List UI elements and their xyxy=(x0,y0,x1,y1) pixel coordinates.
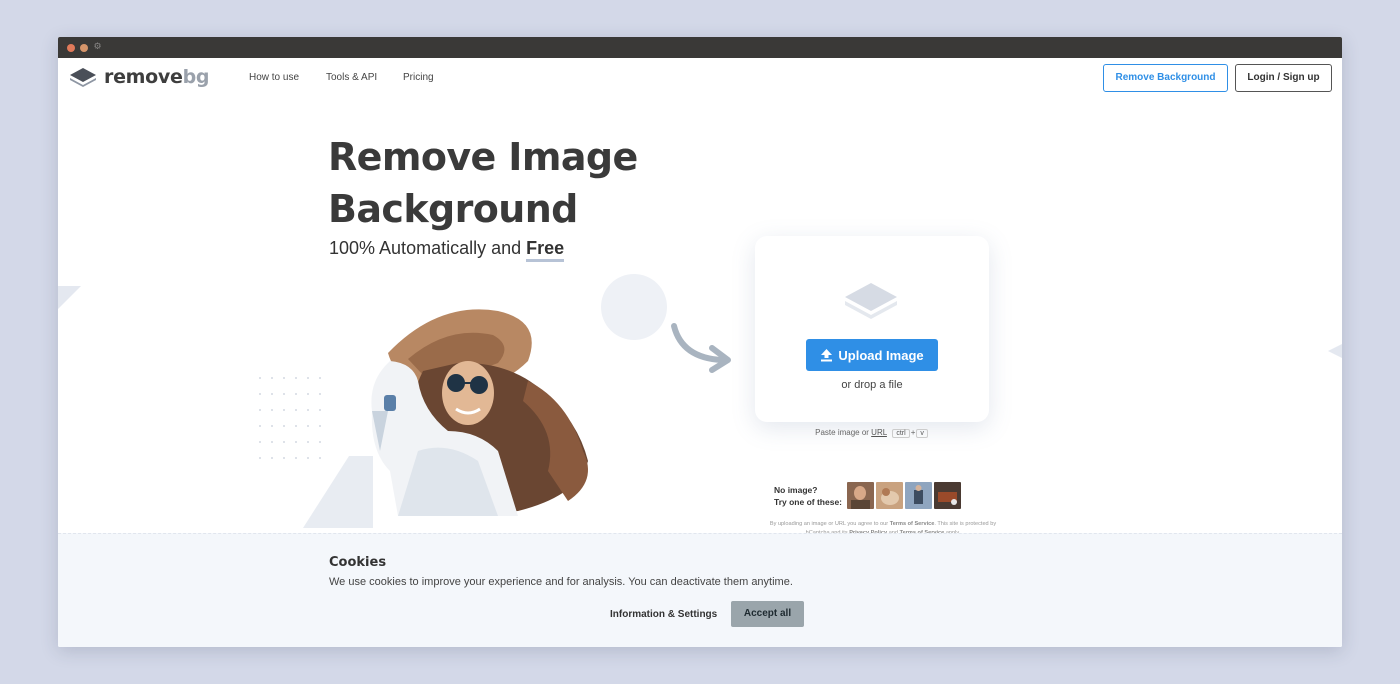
sample-thumb-3[interactable] xyxy=(905,482,933,509)
nav-link-pricing[interactable]: Pricing xyxy=(403,72,434,83)
arrow-icon xyxy=(671,323,731,373)
paste-hint: Paste image or URL ctrl + v xyxy=(755,428,989,438)
close-dot[interactable] xyxy=(67,44,75,52)
decor-right-shape xyxy=(1328,344,1342,358)
logo[interactable]: removebg xyxy=(69,66,209,88)
samples-label: No image? Try one of these: xyxy=(774,484,842,508)
decor-circle xyxy=(601,274,667,340)
hero-subtitle: 100% Automatically and Free xyxy=(329,238,565,262)
login-signup-button[interactable]: Login / Sign up xyxy=(1235,64,1332,92)
sample-thumb-1[interactable] xyxy=(847,482,875,509)
samples-line-1: No image? xyxy=(774,484,818,495)
subtitle-prefix: 100% Automatically and xyxy=(329,238,527,258)
information-settings-button[interactable]: Information & Settings xyxy=(610,609,717,620)
key-ctrl: ctrl xyxy=(892,429,910,438)
top-nav: removebg How to use Tools & API Pricing … xyxy=(58,58,1342,96)
sample-images: No image? Try one of these: xyxy=(774,482,963,509)
paste-prefix: Paste image or xyxy=(815,428,872,437)
sample-thumb-2[interactable] xyxy=(876,482,904,509)
sample-woman-photo xyxy=(371,309,588,516)
nav-link-tools-api[interactable]: Tools & API xyxy=(326,72,377,83)
upload-button-label: Upload Image xyxy=(838,347,924,363)
cookies-text: We use cookies to improve your experienc… xyxy=(329,576,793,588)
logo-icon xyxy=(70,68,96,87)
title-line-2: Background xyxy=(328,187,578,231)
key-plus: + xyxy=(910,428,916,437)
sample-thumb-4[interactable] xyxy=(934,482,962,509)
cookies-title: Cookies xyxy=(329,555,387,570)
legal-text-1: By uploading an image or URL you agree t… xyxy=(769,521,890,527)
main-content: Remove Image Background 100% Automatical… xyxy=(58,96,1342,647)
browser-window: ⚙ removebg How to use Tools & API Pricin… xyxy=(58,37,1342,647)
samples-line-2: Try one of these: xyxy=(774,496,843,507)
key-v: v xyxy=(916,429,928,438)
minimize-dot[interactable] xyxy=(80,44,88,52)
upload-card[interactable]: Upload Image or drop a file xyxy=(755,236,989,422)
accept-all-button[interactable]: Accept all xyxy=(731,601,804,627)
title-line-1: Remove Image xyxy=(328,135,638,179)
cookie-banner: Cookies We use cookies to improve your e… xyxy=(58,533,1342,647)
title-bar: ⚙ xyxy=(58,37,1342,58)
upload-image-button[interactable]: Upload Image xyxy=(806,339,938,371)
upload-icon xyxy=(821,348,833,361)
page-title: Remove Image Background xyxy=(328,131,688,235)
decor-left-shape xyxy=(58,286,81,309)
gear-icon[interactable]: ⚙ xyxy=(93,43,102,52)
remove-background-button[interactable]: Remove Background xyxy=(1103,64,1228,92)
logo-text: removebg xyxy=(104,66,210,88)
paste-url-link[interactable]: URL xyxy=(871,428,887,437)
layers-icon xyxy=(845,283,897,319)
nav-link-how-to-use[interactable]: How to use xyxy=(249,72,299,83)
drop-file-text: or drop a file xyxy=(841,379,903,391)
subtitle-free: Free xyxy=(526,238,565,262)
terms-link[interactable]: Terms of Service xyxy=(890,521,935,527)
